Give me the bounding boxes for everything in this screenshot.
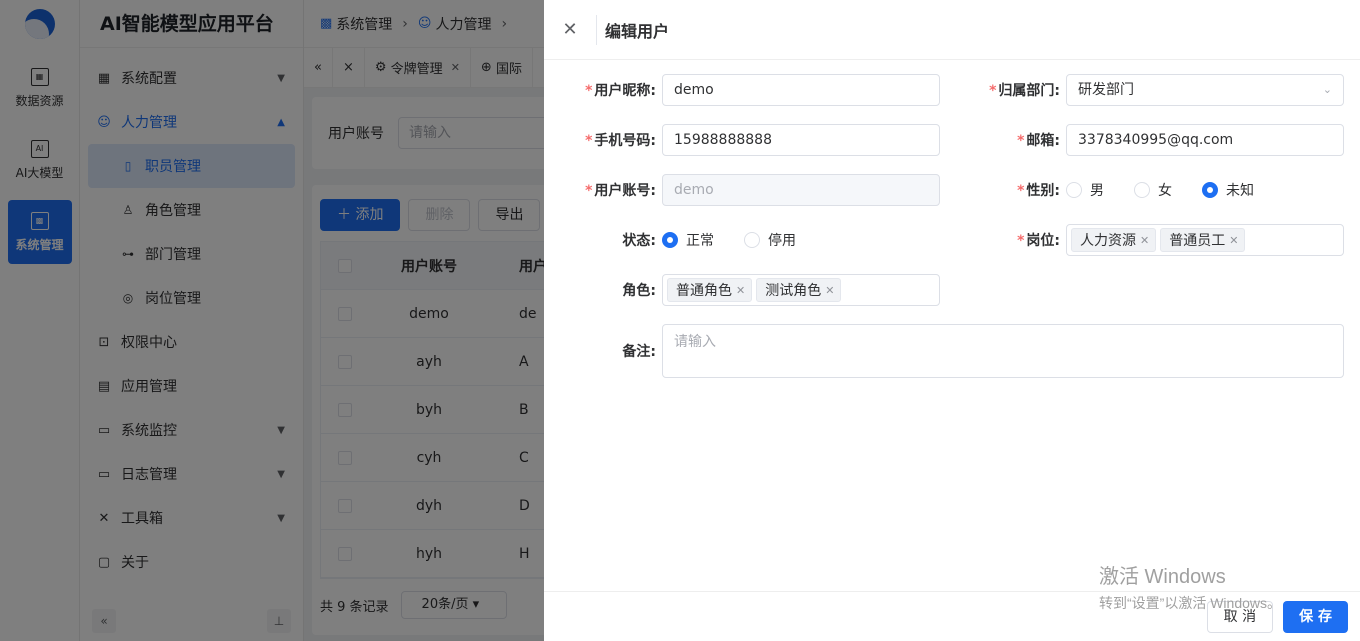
drawer-title: 编辑用户 (605, 21, 670, 41)
nickname-row: * 用户昵称: demo (544, 74, 940, 106)
required-mark: * (585, 133, 593, 149)
gender-label: * 性别: (948, 180, 1066, 200)
label-text: 性别: (1026, 183, 1060, 199)
role-tag: 测试角色 ✕ (756, 278, 842, 302)
account-field: demo (662, 174, 940, 206)
windows-activation-watermark: 激活 Windows 转到“设置”以激活 Windows。 (1099, 560, 1281, 613)
status-radio-disabled[interactable]: 停用 (744, 230, 796, 250)
divider (596, 14, 597, 45)
role-label: 角色: (622, 283, 656, 299)
dept-select[interactable]: 研发部门 ⌄ (1066, 74, 1344, 106)
remark-label: 备注: (622, 344, 656, 360)
chevron-down-icon: ⌄ (1322, 83, 1332, 96)
gender-radio-female[interactable]: 女 (1134, 180, 1172, 200)
label-text: 岗位: (1026, 233, 1060, 249)
status-radio-group: 正常 停用 (662, 230, 826, 250)
drawer-header: ✕ 编辑用户 (544, 0, 1360, 60)
post-select[interactable]: 人力资源 ✕ 普通员工 ✕ (1066, 224, 1344, 256)
email-field[interactable]: 3378340995@qq.com (1066, 124, 1344, 156)
post-tag: 人力资源 ✕ (1071, 228, 1157, 252)
tag-label: 测试角色 (765, 283, 822, 299)
post-row: * 岗位: 人力资源 ✕ 普通员工 ✕ (948, 224, 1344, 256)
save-button[interactable]: 保 存 (1283, 600, 1348, 633)
dept-value: 研发部门 (1078, 82, 1134, 98)
dept-row: * 归属部门: 研发部门 ⌄ (948, 74, 1344, 106)
required-mark: * (1017, 183, 1025, 199)
remark-row: 备注: 请输入 (544, 324, 1344, 378)
label-text: 用户账号: (594, 183, 656, 199)
gender-radio-group: 男 女 未知 (1066, 180, 1284, 200)
radio-dot (744, 232, 760, 248)
close-icon[interactable]: ✕ (1140, 234, 1149, 247)
status-label: 状态: (622, 233, 656, 249)
gender-radio-unknown[interactable]: 未知 (1202, 180, 1254, 200)
close-icon[interactable]: ✕ (736, 284, 745, 297)
post-label: * 岗位: (948, 230, 1066, 250)
radio-dot (662, 232, 678, 248)
radio-label: 女 (1158, 183, 1172, 199)
dept-label: * 归属部门: (948, 80, 1066, 100)
close-icon[interactable]: ✕ (825, 284, 834, 297)
watermark-line2: 转到“设置”以激活 Windows。 (1099, 595, 1282, 611)
label-text: 归属部门: (998, 83, 1060, 99)
label-text: 手机号码: (594, 133, 656, 149)
status-radio-normal[interactable]: 正常 (662, 230, 714, 250)
nickname-label: * 用户昵称: (544, 80, 662, 100)
required-mark: * (1017, 133, 1025, 149)
nickname-field[interactable]: demo (662, 74, 940, 106)
role-select[interactable]: 普通角色 ✕ 测试角色 ✕ (662, 274, 940, 306)
radio-dot (1066, 182, 1082, 198)
gender-radio-male[interactable]: 男 (1066, 180, 1104, 200)
required-mark: * (989, 83, 997, 99)
radio-label: 男 (1090, 183, 1104, 199)
role-tag: 普通角色 ✕ (667, 278, 753, 302)
phone-label: * 手机号码: (544, 130, 662, 150)
tag-label: 人力资源 (1080, 233, 1136, 249)
radio-label: 未知 (1226, 183, 1254, 199)
label-text: 用户昵称: (594, 83, 656, 99)
remark-textarea[interactable]: 请输入 (662, 324, 1344, 378)
role-row: 角色: 普通角色 ✕ 测试角色 ✕ (544, 274, 940, 306)
close-icon[interactable]: ✕ (1229, 234, 1238, 247)
radio-dot (1202, 182, 1218, 198)
watermark-line1: 激活 Windows (1099, 566, 1226, 588)
email-row: * 邮箱: 3378340995@qq.com (948, 124, 1344, 156)
required-mark: * (585, 83, 593, 99)
edit-user-drawer: ✕ 编辑用户 * 用户昵称: demo * 归属部门: 研发部门 ⌄ * 手机号码: 1… (544, 0, 1360, 641)
label-text: 邮箱: (1026, 133, 1060, 149)
tag-label: 普通角色 (676, 283, 732, 299)
phone-field[interactable]: 15988888888 (662, 124, 940, 156)
required-mark: * (585, 183, 593, 199)
radio-label: 停用 (768, 233, 796, 249)
required-mark: * (1017, 233, 1025, 249)
status-row: 状态: 正常 停用 (544, 224, 826, 256)
tag-label: 普通员工 (1169, 233, 1226, 249)
radio-label: 正常 (686, 233, 714, 249)
account-row: * 用户账号: demo (544, 174, 940, 206)
post-tag: 普通员工 ✕ (1160, 228, 1246, 252)
email-label: * 邮箱: (948, 130, 1066, 150)
radio-dot (1134, 182, 1150, 198)
gender-row: * 性别: 男 女 未知 (948, 174, 1284, 206)
close-icon[interactable]: ✕ (544, 0, 596, 60)
phone-row: * 手机号码: 15988888888 (544, 124, 940, 156)
account-label: * 用户账号: (544, 180, 662, 200)
